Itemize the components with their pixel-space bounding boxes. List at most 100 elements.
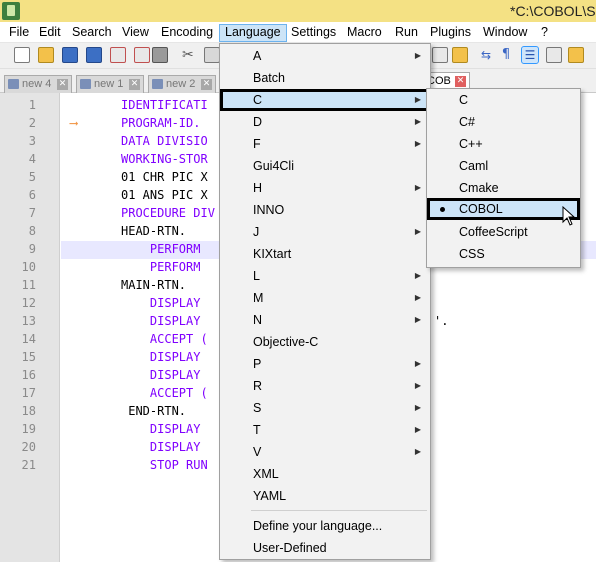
menu-item-label: User-Defined: [253, 541, 327, 555]
submenu-item-css[interactable]: CSS: [427, 243, 580, 265]
submenu-item-coffeescript[interactable]: CoffeeScript: [427, 221, 580, 243]
tab-new-2[interactable]: new 2 ✕: [148, 75, 216, 93]
line-number: 9: [28, 242, 36, 256]
lang-item-l[interactable]: L ▶: [220, 265, 430, 287]
code-line: STOP RUN: [121, 458, 208, 472]
submenu-item-cpp[interactable]: C++: [427, 133, 580, 155]
open-file-icon[interactable]: [38, 47, 54, 63]
print-icon[interactable]: [152, 47, 168, 63]
lang-item-xml[interactable]: XML: [220, 463, 430, 485]
save-icon[interactable]: [62, 47, 78, 63]
code-line: DISPLAY: [121, 422, 201, 436]
line-number: 10: [21, 260, 36, 274]
menu-help[interactable]: ?: [536, 24, 553, 42]
submenu-item-cobol[interactable]: COBOL: [427, 198, 580, 220]
menu-settings[interactable]: Settings: [286, 24, 341, 42]
close-tab-icon[interactable]: ✕: [57, 79, 68, 90]
line-number: 1: [28, 98, 36, 112]
close-tab-icon[interactable]: ✕: [129, 79, 140, 90]
menu-file[interactable]: File: [4, 24, 34, 42]
lang-item-t[interactable]: T ▶: [220, 419, 430, 441]
line-number: 8: [28, 224, 36, 238]
save-all-icon[interactable]: [86, 47, 102, 63]
indent-guide-icon[interactable]: ☰: [521, 46, 539, 64]
close-tab-icon[interactable]: ✕: [455, 76, 466, 87]
menu-view[interactable]: View: [117, 24, 154, 42]
title-bar: *C:\COBOL\S: [0, 0, 596, 22]
menu-item-label: T: [253, 423, 261, 437]
menu-item-label: Cmake: [459, 181, 499, 195]
menu-encoding[interactable]: Encoding: [156, 24, 218, 42]
menu-edit[interactable]: Edit: [34, 24, 66, 42]
lang-item-p[interactable]: P ▶: [220, 353, 430, 375]
menu-item-label: C: [459, 93, 469, 107]
close-file-icon[interactable]: [110, 47, 126, 63]
menu-macro[interactable]: Macro: [342, 24, 387, 42]
lang-item-f[interactable]: F ▶: [220, 133, 430, 155]
line-number: 7: [28, 206, 36, 220]
lang-item-yaml[interactable]: YAML: [220, 485, 430, 507]
line-number: 4: [28, 152, 36, 166]
line-number: 19: [21, 422, 36, 436]
code-line: DISPLAY: [121, 368, 201, 382]
menu-run[interactable]: Run: [390, 24, 423, 42]
tab-arrow-icon: ⟶: [70, 116, 78, 130]
submenu-item-caml[interactable]: Caml: [427, 155, 580, 177]
mouse-pointer-icon: [562, 206, 576, 226]
lang-item-j[interactable]: J ▶: [220, 221, 430, 243]
lang-item-kixtart[interactable]: KIXtart: [220, 243, 430, 265]
define-language-item[interactable]: Define your language...: [220, 515, 430, 537]
language-dropdown-menu: A ▶ Batch C ▶ D ▶ F ▶ Gui4Cli H ▶ INNO J ▶ KIX…: [219, 43, 431, 560]
menu-item-label: D: [253, 115, 263, 129]
menu-language[interactable]: Language: [219, 24, 287, 42]
code-line: DATA DIVISIO: [121, 134, 208, 148]
lang-item-c[interactable]: C ▶: [220, 89, 430, 111]
lang-item-inno[interactable]: INNO: [220, 199, 430, 221]
lang-item-objective-c[interactable]: Objective-C: [220, 331, 430, 353]
new-file-icon[interactable]: [14, 47, 30, 63]
close-all-icon[interactable]: [134, 47, 150, 63]
lang-item-n[interactable]: N ▶: [220, 309, 430, 331]
lang-item-a[interactable]: A ▶: [220, 45, 430, 67]
folder-workspace-icon[interactable]: [568, 47, 584, 63]
close-tab-icon[interactable]: ✕: [201, 79, 212, 90]
menu-search[interactable]: Search: [67, 24, 117, 42]
lang-item-v[interactable]: V ▶: [220, 441, 430, 463]
lang-item-d[interactable]: D ▶: [220, 111, 430, 133]
submenu-item-cmake[interactable]: Cmake: [427, 177, 580, 199]
menu-item-label: Objective-C: [253, 335, 319, 349]
doc-map-icon[interactable]: [452, 47, 468, 63]
menu-item-label: XML: [253, 467, 279, 481]
code-line: DISPLAY: [121, 440, 201, 454]
tab-label: new 4: [22, 78, 52, 90]
submenu-item-c[interactable]: C: [427, 89, 580, 111]
show-all-chars-icon[interactable]: ¶: [498, 47, 514, 63]
lang-item-batch[interactable]: Batch: [220, 67, 430, 89]
line-number: 18: [21, 404, 36, 418]
line-number: 3: [28, 134, 36, 148]
menu-item-label: CoffeeScript: [459, 225, 528, 239]
lang-item-h[interactable]: H ▶: [220, 177, 430, 199]
code-line: DISPLAY: [121, 350, 201, 364]
lang-item-r[interactable]: R ▶: [220, 375, 430, 397]
menu-window[interactable]: Window: [478, 24, 532, 42]
sync-scroll-icon[interactable]: ⇆: [478, 47, 494, 63]
submenu-item-csharp[interactable]: C#: [427, 111, 580, 133]
lang-item-s[interactable]: S ▶: [220, 397, 430, 419]
cut-icon[interactable]: ✂: [182, 47, 198, 63]
menu-plugins[interactable]: Plugins: [425, 24, 476, 42]
lang-item-m[interactable]: M ▶: [220, 287, 430, 309]
menu-item-label: V: [253, 445, 262, 459]
copy-icon[interactable]: [204, 47, 220, 63]
user-language-icon[interactable]: [546, 47, 562, 63]
file-icon: [8, 79, 19, 89]
tab-new-1[interactable]: new 1 ✕: [76, 75, 144, 93]
tab-new-4[interactable]: new 4 ✕: [4, 75, 72, 93]
user-defined-item[interactable]: User-Defined: [220, 537, 430, 559]
wrap-icon[interactable]: [432, 47, 448, 63]
menu-separator: [251, 510, 427, 511]
menu-item-label: S: [253, 401, 262, 415]
c-languages-submenu: C C# C++ Caml Cmake COBOL CoffeeScript C…: [426, 88, 581, 268]
lang-item-gui4cli[interactable]: Gui4Cli: [220, 155, 430, 177]
code-line: WORKING-STOR: [121, 152, 208, 166]
